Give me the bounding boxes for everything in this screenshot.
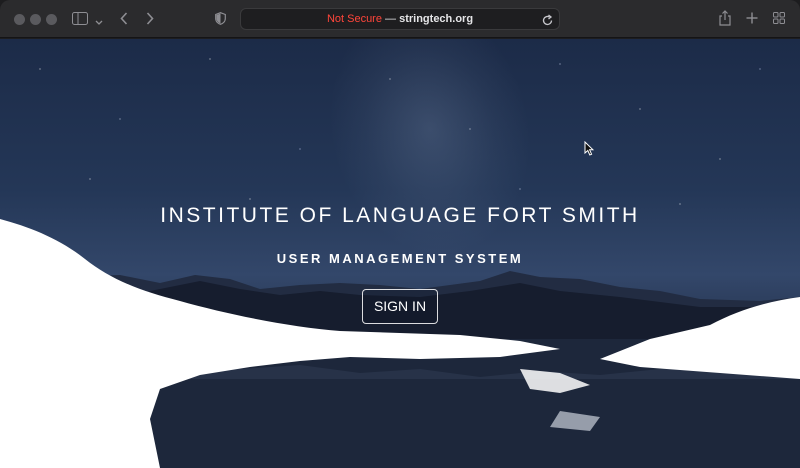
zoom-window-button[interactable]	[46, 14, 57, 25]
address-bar[interactable]: Not Secure — stringtech.org	[240, 8, 560, 30]
not-secure-label: Not Secure	[326, 13, 382, 25]
address-separator: —	[381, 13, 400, 25]
sidebar-icon[interactable]	[72, 12, 88, 27]
tab-overview-icon[interactable]	[773, 12, 785, 26]
reload-icon[interactable]	[542, 13, 553, 34]
mouse-cursor-icon	[584, 140, 595, 161]
page-title: INSTITUTE OF LANGUAGE FORT SMITH	[160, 204, 640, 227]
browser-toolbar: Not Secure — stringtech.org	[0, 0, 800, 38]
close-window-button[interactable]	[14, 14, 25, 25]
address-host: stringtech.org	[399, 13, 474, 25]
minimize-window-button[interactable]	[30, 14, 41, 25]
page-content: INSTITUTE OF LANGUAGE FORT SMITH USER MA…	[0, 39, 800, 468]
page-subtitle: USER MANAGEMENT SYSTEM	[276, 251, 524, 266]
new-tab-icon[interactable]	[746, 12, 758, 26]
back-icon[interactable]	[120, 12, 128, 27]
sign-in-button[interactable]: SIGN IN	[362, 289, 438, 324]
shield-icon[interactable]	[215, 12, 226, 27]
forward-icon[interactable]	[146, 12, 154, 27]
chevron-down-icon[interactable]	[95, 14, 103, 28]
share-icon[interactable]	[719, 10, 731, 28]
